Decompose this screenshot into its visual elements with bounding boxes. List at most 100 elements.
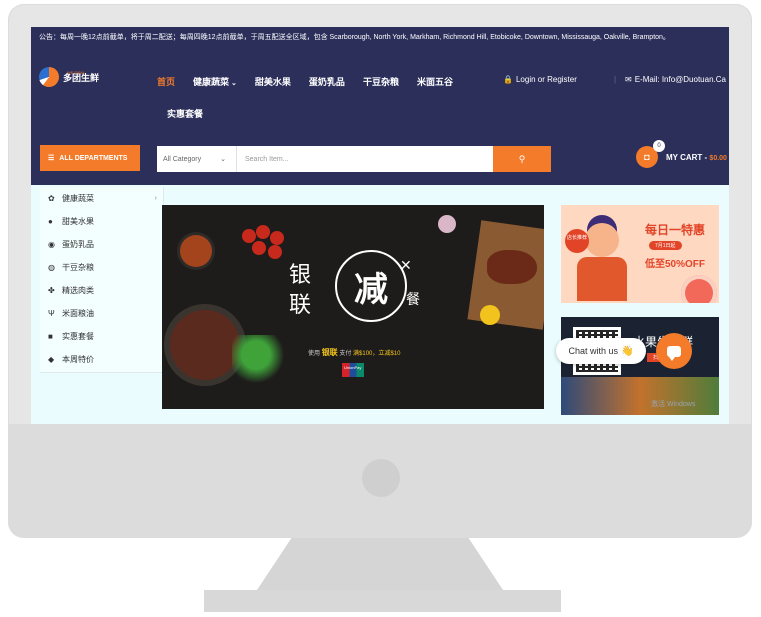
side-item-weekly-deals[interactable]: ◆ 本周特价 bbox=[40, 348, 163, 371]
nav-item-vegetables[interactable]: 健康蔬菜 ⌄ bbox=[193, 75, 237, 88]
apple-icon: ● bbox=[48, 217, 53, 226]
grapefruit-illustration bbox=[681, 275, 717, 303]
search-bar: All Category ⌄ Search Item... ⚲ bbox=[157, 146, 551, 172]
banner-circle-text: 减 bbox=[354, 269, 388, 310]
category-select[interactable]: All Category ⌄ bbox=[157, 146, 237, 172]
main-nav: 首页 健康蔬菜 ⌄ 甜美水果 蛋奶乳品 干豆杂粮 米面五谷 bbox=[157, 75, 471, 88]
notice-bar: 公告：每周一晚12点前截单，将于周二配送；每周四晚12点前截单，于周五配送全区域… bbox=[31, 27, 729, 49]
monitor-power-button bbox=[362, 459, 400, 497]
steak-image bbox=[487, 250, 537, 284]
banner-sub-highlight: 银联 bbox=[321, 348, 338, 357]
chat-button[interactable] bbox=[656, 333, 692, 369]
all-departments-label: ALL DEPARTMENTS bbox=[59, 154, 128, 162]
nav-item-combos[interactable]: 实惠套餐 bbox=[167, 107, 203, 120]
monitor-stand-neck bbox=[257, 538, 503, 590]
side-item-grains[interactable]: ◍ 干豆杂粮 bbox=[40, 256, 163, 279]
banner-subtitle: 使用 银联 支付 满$100，立减$10 bbox=[308, 347, 400, 358]
side-item-dairy[interactable]: ◉ 蛋奶乳品 bbox=[40, 233, 163, 256]
shopkeeper-illustration bbox=[585, 223, 619, 257]
chevron-right-icon: › bbox=[154, 195, 157, 202]
screen: 公告：每周一晚12点前截单，将于周二配送；每周四晚12点前截单，于周五配送全区域… bbox=[31, 27, 729, 424]
chevron-down-icon: ⌄ bbox=[231, 80, 237, 87]
cart-label: MY CART - $0.00 bbox=[666, 153, 727, 162]
side-item-label: 甜美水果 bbox=[62, 217, 94, 226]
side-item-label: 精选肉类 bbox=[62, 286, 94, 295]
banner-circle: 减 bbox=[335, 250, 407, 322]
banner-char: 联 bbox=[289, 293, 312, 318]
cart[interactable]: ◘ 0 MY CART - $0.00 bbox=[636, 140, 727, 168]
side-item-meat[interactable]: ✤ 精选肉类 bbox=[40, 279, 163, 302]
side-item-vegetables[interactable]: ✿ 健康蔬菜 › bbox=[40, 187, 163, 210]
nav-item-label: 健康蔬菜 bbox=[193, 77, 230, 87]
side-item-label: 本周特价 bbox=[62, 355, 94, 364]
all-departments-button[interactable]: ☰ ALL DEPARTMENTS bbox=[40, 145, 140, 171]
promo-date: 7月1日起 bbox=[649, 241, 682, 250]
login-label: Login or Register bbox=[515, 75, 577, 84]
fork-knife-icon: ✕ bbox=[400, 257, 412, 273]
email-link[interactable]: ✉ E-Mail: Info@Duotuan.Ca bbox=[625, 75, 726, 84]
unionpay-label: UnionPay bbox=[344, 365, 362, 370]
tag-icon: ◆ bbox=[48, 355, 55, 364]
side-item-rice-oil[interactable]: Ψ 米面粮油 bbox=[40, 302, 163, 325]
globe-icon: ◍ bbox=[48, 263, 55, 272]
nav-item-grains[interactable]: 干豆杂粮 bbox=[363, 75, 399, 88]
logo-mark-icon bbox=[39, 67, 59, 87]
utensils-icon: Ψ bbox=[48, 309, 55, 318]
chat-label: Chat with us bbox=[568, 346, 619, 356]
nav-item-rice-noodles[interactable]: 米面五谷 bbox=[417, 75, 453, 88]
search-icon: ⚲ bbox=[518, 153, 526, 164]
herbs-image bbox=[232, 335, 292, 385]
fruit-photo bbox=[561, 377, 719, 415]
divider: | bbox=[614, 75, 617, 84]
search-button[interactable]: ⚲ bbox=[493, 146, 551, 172]
lemon-image bbox=[480, 305, 500, 325]
banner-title-left: 银 联 bbox=[289, 261, 311, 321]
promo-discount: 低至50%OFF bbox=[645, 259, 706, 270]
daily-deal-promo[interactable]: 店长推荐 每日一特惠 7月1日起 低至50%OFF bbox=[561, 205, 719, 303]
chevron-down-icon: ⌄ bbox=[220, 156, 226, 163]
side-item-label: 实惠套餐 bbox=[62, 332, 94, 341]
chat-prompt[interactable]: Chat with us 👋 bbox=[556, 338, 646, 364]
banner-title-right: 餐 bbox=[406, 292, 420, 308]
spice-bowl-image bbox=[180, 235, 212, 267]
banner-sub-pre: 使用 bbox=[308, 351, 321, 357]
banner-char: 银 bbox=[289, 263, 312, 288]
tomatoes-image bbox=[242, 225, 302, 265]
list-icon: ☰ bbox=[48, 155, 55, 162]
side-item-label: 蛋奶乳品 bbox=[62, 240, 94, 249]
nav-item-fruits[interactable]: 甜美水果 bbox=[255, 75, 291, 88]
side-item-label: 健康蔬菜 bbox=[62, 194, 94, 203]
wave-icon: 👋 bbox=[621, 345, 634, 357]
onion-image bbox=[438, 215, 456, 233]
promo-bubble: 店长推荐 bbox=[565, 229, 589, 253]
envelope-icon: ✉ bbox=[625, 75, 632, 84]
banner-sub-amount: 满$100，立减$10 bbox=[353, 351, 401, 357]
hero-banner[interactable]: 银 联 减 ✕ 餐 使用 银联 支付 满$100，立减$10 UnionPay bbox=[162, 205, 544, 409]
monitor-stand-base bbox=[204, 590, 561, 612]
paw-icon: ✤ bbox=[48, 286, 55, 295]
side-item-combos[interactable]: ■ 实惠套餐 bbox=[40, 325, 163, 348]
promo-title: 每日一特惠 bbox=[645, 223, 706, 237]
shopkeeper-body-illustration bbox=[577, 257, 627, 301]
search-input[interactable]: Search Item... bbox=[237, 146, 493, 172]
login-register-link[interactable]: 🔒 Login or Register bbox=[503, 75, 577, 84]
shopping-bag-icon: ◘ 0 bbox=[636, 140, 665, 168]
email-label: E-Mail: Info@Duotuan.Ca bbox=[634, 75, 726, 84]
cart-title: MY CART - bbox=[666, 152, 708, 162]
side-item-label: 米面粮油 bbox=[62, 309, 94, 318]
cart-count-badge: 0 bbox=[653, 140, 665, 152]
banner-sub-mid: 支付 bbox=[339, 351, 352, 357]
category-select-value: All Category bbox=[163, 155, 202, 163]
cart-total: $0.00 bbox=[709, 154, 727, 162]
steak-plate-image bbox=[170, 310, 240, 380]
leaf-icon: ✿ bbox=[48, 194, 55, 203]
logo-tagline: WE DEAL bbox=[67, 70, 86, 75]
category-side-menu: ✿ 健康蔬菜 › ● 甜美水果 ◉ 蛋奶乳品 ◍ 干豆杂粮 ✤ 精选肉类 Ψ 米面粮油 ■ 实惠… bbox=[40, 187, 164, 373]
nav-item-dairy[interactable]: 蛋奶乳品 bbox=[309, 75, 345, 88]
site-header: 多团生鲜 WE DEAL 首页 健康蔬菜 ⌄ 甜美水果 蛋奶乳品 干豆杂粮 米面五… bbox=[31, 49, 729, 185]
site-logo[interactable]: 多团生鲜 WE DEAL bbox=[39, 67, 99, 87]
side-item-fruits[interactable]: ● 甜美水果 bbox=[40, 210, 163, 233]
egg-icon: ◉ bbox=[48, 240, 55, 249]
nav-item-home[interactable]: 首页 bbox=[157, 75, 175, 88]
side-item-label: 干豆杂粮 bbox=[62, 263, 94, 272]
